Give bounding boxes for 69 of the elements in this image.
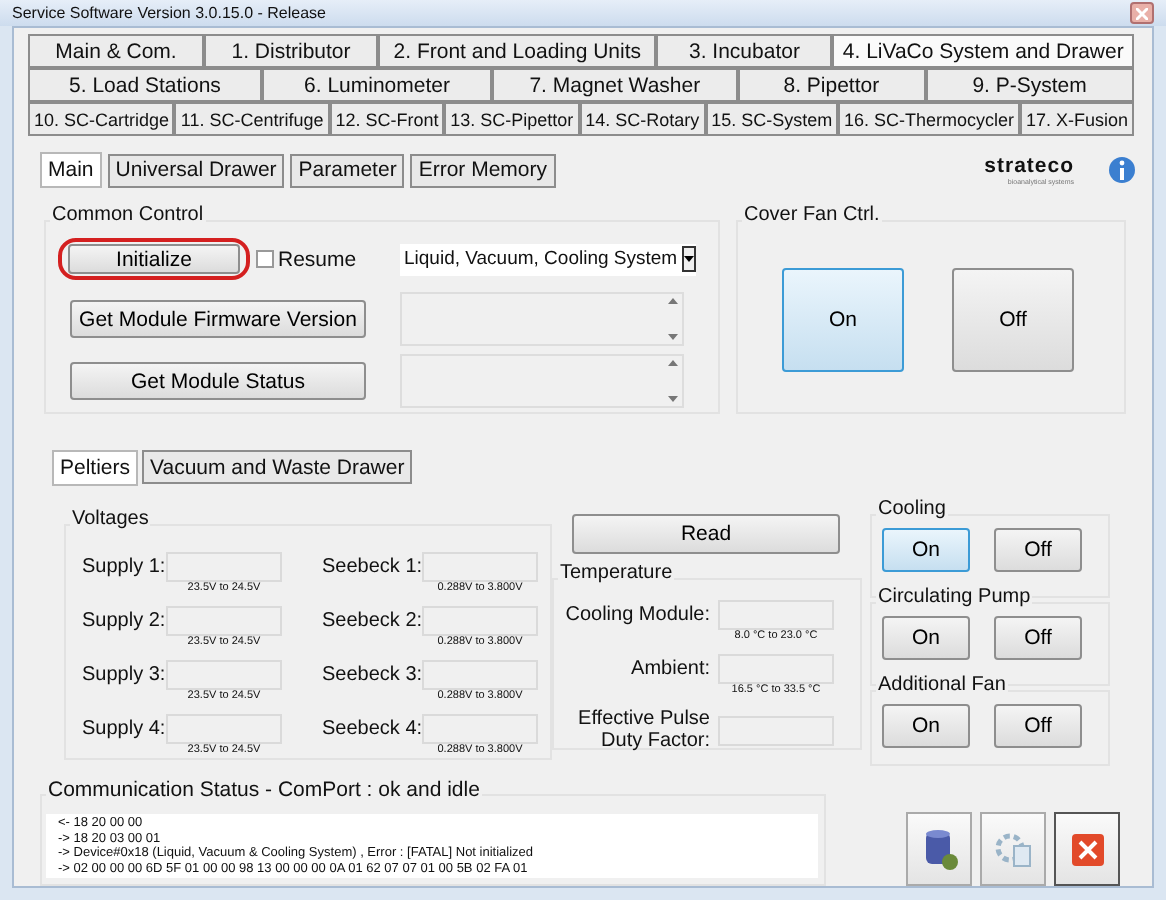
inner-tab[interactable]: Vacuum and Waste Drawer	[142, 450, 413, 484]
off-button[interactable]: Off	[994, 616, 1082, 660]
module-tab[interactable]: 2. Front and Loading Units	[378, 34, 657, 68]
voltage-label: Seebeck 1:	[322, 554, 422, 582]
module-tab[interactable]: Main & Com.	[28, 34, 204, 68]
caret-icon	[681, 246, 696, 272]
on-button[interactable]: On	[882, 616, 970, 660]
on-button[interactable]: On	[882, 704, 970, 748]
voltage-label: Supply 2:	[82, 608, 166, 636]
module-tab[interactable]: 9. P-System	[925, 68, 1134, 102]
module-tab[interactable]: 6. Luminometer	[261, 68, 493, 102]
on-button[interactable]: On	[782, 268, 904, 372]
off-button[interactable]: Off	[994, 528, 1082, 572]
resume-label: Resume	[278, 247, 357, 271]
group-title: Temperature	[558, 562, 675, 584]
voltage-label: Seebeck 4:	[322, 716, 422, 744]
module-tab[interactable]: 4. LiVaCo System and Drawer	[832, 34, 1134, 68]
database-button[interactable]	[906, 812, 972, 886]
module-tab[interactable]: 7. Magnet Washer	[492, 68, 738, 102]
sub-tab[interactable]: Universal Drawer	[107, 153, 285, 187]
voltage-label: Seebeck 2:	[322, 608, 422, 636]
module-tab[interactable]: 5. Load Stations	[28, 68, 262, 102]
group-title: Circulating Pump	[876, 586, 1033, 608]
group-title: Cooling	[876, 498, 948, 520]
on-button[interactable]: On	[882, 528, 970, 572]
module-tab[interactable]: 14. SC-Rotary	[579, 102, 706, 136]
settings-icon	[993, 829, 1033, 869]
group-title: Communication Status - ComPort : ok and idle	[46, 778, 482, 802]
window-title: Service Software Version 3.0.15.0 - Release	[12, 4, 326, 22]
module-tab[interactable]: 1. Distributor	[204, 34, 379, 68]
module-tab[interactable]: 3. Incubator	[656, 34, 833, 68]
temperature-label: Cooling Module:	[563, 602, 710, 630]
voltage-label: Supply 3:	[82, 662, 166, 690]
group-title: Common Control	[50, 204, 206, 226]
module-tab[interactable]: 13. SC-Pipettor	[444, 102, 580, 136]
sub-tab[interactable]: Parameter	[290, 153, 405, 187]
group-title: Cover Fan Ctrl.	[742, 204, 882, 226]
module-tab[interactable]: 17. X-Fusion	[1020, 102, 1134, 136]
voltage-label: Seebeck 3:	[322, 662, 422, 690]
group-title: Additional Fan	[876, 674, 1008, 696]
resume-checkbox[interactable]	[256, 250, 274, 268]
close-button[interactable]	[1054, 812, 1120, 886]
off-button[interactable]: Off	[994, 704, 1082, 748]
module-dropdown[interactable]: Liquid, Vacuum, Cooling System	[400, 243, 696, 275]
info-icon[interactable]	[1108, 154, 1136, 186]
module-tab[interactable]: 16. SC-Thermocycler	[838, 102, 1021, 136]
module-tab[interactable]: 8. Pipettor	[737, 68, 926, 102]
status-button[interactable]: Get Module Status	[70, 362, 366, 400]
read-button[interactable]: Read	[572, 514, 840, 554]
module-tab[interactable]: 15. SC-System	[705, 102, 839, 136]
module-tab[interactable]: 12. SC-Front	[329, 102, 445, 136]
temperature-label: Ambient:	[629, 656, 710, 684]
sub-tab[interactable]: Error Memory	[410, 153, 555, 187]
close-icon[interactable]	[1130, 2, 1154, 24]
voltage-label: Supply 1:	[82, 554, 166, 582]
scroll-arrows-icon	[667, 298, 677, 340]
database-icon	[921, 827, 957, 871]
off-button[interactable]: Off	[952, 268, 1074, 372]
module-tab[interactable]: 10. SC-Cartridge	[28, 102, 175, 136]
inner-tab[interactable]: Peltiers	[52, 450, 139, 486]
initialize-button[interactable]: Initialize	[68, 244, 240, 274]
duty-factor-label: Effective Pulse Duty Factor:	[576, 708, 710, 752]
firmware-button[interactable]: Get Module Firmware Version	[70, 300, 366, 338]
module-tab[interactable]: 11. SC-Centrifuge	[174, 102, 330, 136]
group-title: Voltages	[70, 508, 151, 530]
close-icon	[1069, 831, 1105, 867]
voltage-label: Supply 4:	[82, 716, 166, 744]
sub-tab[interactable]: Main	[40, 152, 102, 188]
scroll-arrows-icon	[667, 360, 677, 402]
